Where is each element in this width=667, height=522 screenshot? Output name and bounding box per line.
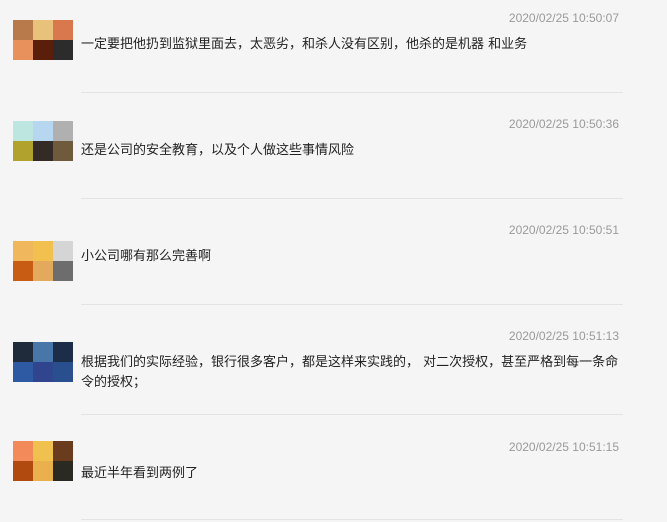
avatar-pixel [53, 40, 73, 60]
avatar-pixel [33, 40, 53, 60]
avatar-pixel [53, 261, 73, 281]
message-divider [81, 92, 623, 93]
avatar-pixel [13, 461, 33, 481]
avatar-pixel [13, 441, 33, 461]
avatar-pixel [13, 20, 33, 40]
message-divider [81, 304, 623, 305]
message-timestamp: 2020/02/25 10:51:15 [508, 440, 619, 454]
message-timestamp: 2020/02/25 10:50:51 [508, 223, 619, 237]
avatar[interactable] [13, 441, 73, 481]
avatar-pixel [33, 362, 53, 382]
avatar[interactable] [13, 121, 73, 161]
message-timestamp: 2020/02/25 10:51:13 [508, 329, 619, 343]
avatar-pixel [53, 241, 73, 261]
message-timestamp: 2020/02/25 10:50:36 [508, 117, 619, 131]
avatar-pixel [33, 121, 53, 141]
message-text: 一定要把他扔到监狱里面去，太恶劣，和杀人没有区别，他杀的是机器 和业务 [81, 37, 528, 52]
avatar-pixel [13, 241, 33, 261]
avatar-pixel [33, 261, 53, 281]
avatar-pixel [33, 342, 53, 362]
message-divider [81, 519, 623, 520]
message-text: 根据我们的实际经验，银行很多客户，都是这样来实践的， 对二次授权，甚至严格到每一… [81, 355, 619, 390]
avatar-pixel [33, 141, 53, 161]
avatar-pixel [53, 441, 73, 461]
avatar-pixel [33, 241, 53, 261]
avatar-pixel [13, 362, 33, 382]
avatar-pixel [13, 342, 33, 362]
avatar-pixel [53, 461, 73, 481]
avatar[interactable] [13, 20, 73, 60]
message-text: 还是公司的安全教育，以及个人做这些事情风险 [81, 143, 355, 158]
avatar-pixel [53, 362, 73, 382]
avatar-pixel [13, 261, 33, 281]
avatar-pixel [53, 121, 73, 141]
message-text: 小公司哪有那么完善啊 [81, 249, 212, 264]
avatar-pixel [53, 342, 73, 362]
avatar[interactable] [13, 342, 73, 382]
message-divider [81, 414, 623, 415]
avatar-pixel [53, 141, 73, 161]
avatar[interactable] [13, 241, 73, 281]
avatar-pixel [33, 461, 53, 481]
avatar-pixel [13, 40, 33, 60]
avatar-pixel [13, 141, 33, 161]
avatar-pixel [33, 20, 53, 40]
message-text: 最近半年看到两例了 [81, 466, 199, 481]
avatar-pixel [53, 20, 73, 40]
avatar-pixel [33, 441, 53, 461]
avatar-pixel [13, 121, 33, 141]
message-timestamp: 2020/02/25 10:50:07 [508, 11, 619, 25]
message-divider [81, 198, 623, 199]
